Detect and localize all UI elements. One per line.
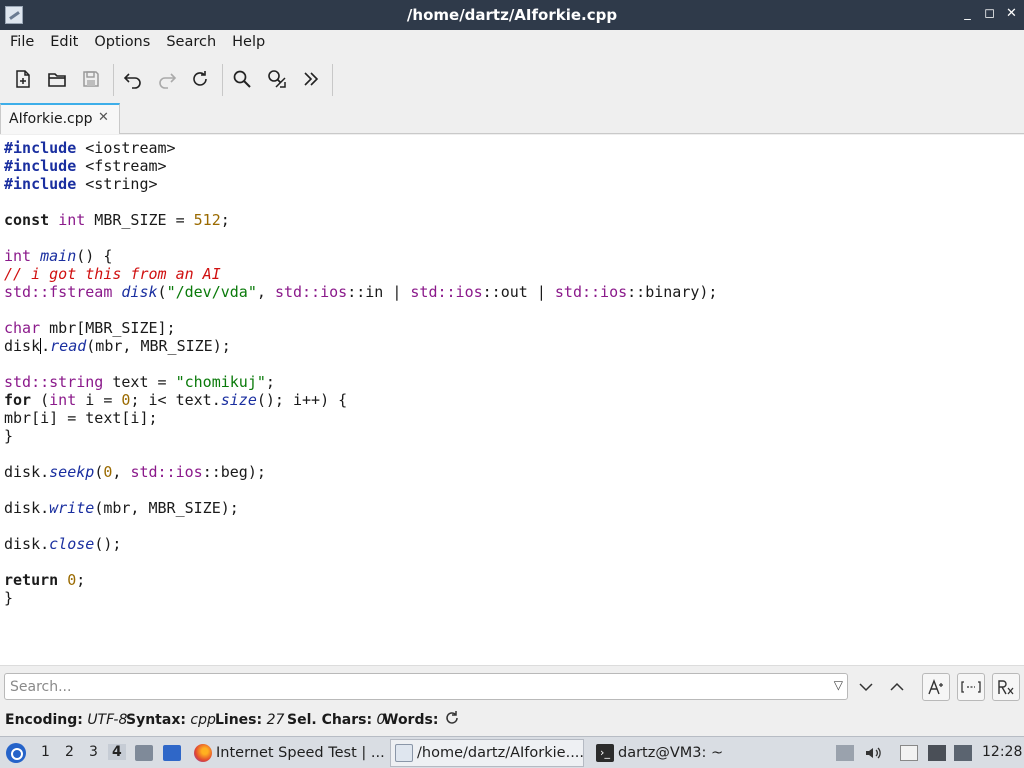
code-line[interactable] [4, 445, 717, 463]
search-field[interactable]: ▽ [4, 673, 848, 700]
editor-icon [395, 744, 413, 762]
toolbar [0, 58, 1024, 102]
code-line[interactable]: disk.close(); [4, 535, 717, 553]
regex-icon[interactable] [992, 673, 1020, 701]
maximize-button[interactable]: ◻ [983, 6, 996, 21]
code-line[interactable]: std::fstream disk("/dev/vda", std::ios::… [4, 283, 717, 301]
start-menu-icon[interactable] [6, 743, 26, 763]
code-line[interactable]: // i got this from an AI [4, 265, 717, 283]
reload-icon[interactable] [187, 66, 213, 92]
app-window: /home/dartz/AIforkie.cpp _ ◻ ✕ File Edit… [0, 0, 1024, 768]
title-bar: /home/dartz/AIforkie.cpp _ ◻ ✕ [0, 0, 1024, 30]
menu-options[interactable]: Options [86, 30, 158, 56]
code-editor[interactable]: #include <iostream> #include <fstream> #in… [0, 135, 1024, 666]
chevron-down-icon[interactable] [852, 673, 880, 701]
code-line[interactable]: } [4, 589, 717, 607]
clipboard-tray-icon[interactable] [836, 745, 854, 761]
code-line[interactable]: disk.read(mbr, MBR_SIZE); [4, 337, 717, 355]
redo-icon[interactable] [154, 66, 180, 92]
task-terminal[interactable]: ›_ dartz@VM3: ~ [592, 739, 782, 767]
text-cursor [40, 338, 42, 354]
menu-help[interactable]: Help [224, 30, 273, 56]
status-encoding: Encoding: UTF-8 [5, 712, 128, 728]
workspace-1[interactable]: 1 [41, 744, 50, 760]
menu-search[interactable]: Search [158, 30, 224, 56]
notes-tray-icon[interactable] [900, 745, 918, 761]
code-line[interactable]: const int MBR_SIZE = 512; [4, 211, 717, 229]
display-tray-icon[interactable] [928, 745, 946, 761]
network-icon[interactable] [954, 745, 972, 761]
toolbar-separator [222, 64, 223, 96]
task-editor[interactable]: /home/dartz/AIforkie.... [390, 739, 584, 767]
volume-icon[interactable] [864, 745, 882, 761]
task-firefox[interactable]: Internet Speed Test | ... [190, 739, 384, 767]
clock: 12:28 [982, 744, 1023, 760]
code-line[interactable]: } [4, 427, 717, 445]
chevron-up-icon[interactable] [883, 673, 911, 701]
code-line[interactable] [4, 553, 717, 571]
status-words: Words: [383, 712, 439, 728]
status-syntax: Syntax: cpp [126, 712, 216, 728]
workspace-2[interactable]: 2 [65, 744, 74, 760]
find-icon[interactable] [229, 66, 255, 92]
code-line[interactable] [4, 229, 717, 247]
code-line[interactable]: #include <iostream> [4, 139, 717, 157]
show-desktop-icon[interactable] [163, 745, 181, 761]
code-text[interactable]: #include <iostream> #include <fstream> #in… [4, 139, 717, 607]
workspace-3[interactable]: 3 [89, 744, 98, 760]
workspace-4[interactable]: 4 [108, 744, 126, 760]
code-line[interactable] [4, 355, 717, 373]
save-icon[interactable] [78, 66, 104, 92]
undo-icon[interactable] [120, 66, 146, 92]
status-bar: Encoding: UTF-8 Syntax: cpp Lines: 27 Se… [0, 706, 1024, 734]
code-line[interactable]: char mbr[MBR_SIZE]; [4, 319, 717, 337]
menu-bar: File Edit Options Search Help [0, 30, 1024, 56]
status-selected-chars: Sel. Chars: 0 [287, 712, 386, 728]
menu-file[interactable]: File [2, 30, 42, 56]
code-line[interactable]: for (int i = 0; i< text.size(); i++) { [4, 391, 717, 409]
minimize-button[interactable]: _ [961, 6, 974, 21]
open-folder-icon[interactable] [44, 66, 70, 92]
code-line[interactable]: disk.seekp(0, std::ios::beg); [4, 463, 717, 481]
toolbar-separator [332, 64, 333, 96]
code-line[interactable]: mbr[i] = text[i]; [4, 409, 717, 427]
code-line[interactable]: #include <fstream> [4, 157, 717, 175]
file-manager-icon[interactable] [135, 745, 153, 761]
tab-bar: AIforkie.cpp ✕ [0, 103, 1024, 134]
replace-icon[interactable] [264, 66, 290, 92]
search-bar: ▽ [0, 670, 1024, 704]
search-history-dropdown-icon[interactable]: ▽ [834, 678, 843, 692]
tab-aiforkie-cpp[interactable]: AIforkie.cpp ✕ [0, 103, 120, 134]
window-controls: _ ◻ ✕ [961, 6, 1018, 21]
code-line[interactable] [4, 517, 717, 535]
refresh-words-icon[interactable] [444, 710, 460, 730]
firefox-icon [194, 744, 212, 762]
toolbar-separator [113, 64, 114, 96]
code-line[interactable]: #include <string> [4, 175, 717, 193]
tab-label: AIforkie.cpp [9, 111, 93, 127]
close-button[interactable]: ✕ [1005, 6, 1018, 21]
whole-word-icon[interactable] [957, 673, 985, 701]
window-title: /home/dartz/AIforkie.cpp [406, 6, 618, 24]
new-file-icon[interactable] [10, 66, 36, 92]
menu-edit[interactable]: Edit [42, 30, 86, 56]
tab-close-icon[interactable]: ✕ [98, 110, 109, 125]
taskbar: 1 2 3 4 Internet Speed Test | ... /home/… [0, 736, 1024, 768]
code-line[interactable]: int main() { [4, 247, 717, 265]
code-line[interactable] [4, 481, 717, 499]
more-icon[interactable] [298, 66, 324, 92]
case-sensitive-icon[interactable] [922, 673, 950, 701]
terminal-icon: ›_ [596, 744, 614, 762]
code-line[interactable] [4, 193, 717, 211]
code-line[interactable] [4, 301, 717, 319]
status-lines: Lines: 27 [215, 712, 285, 728]
code-line[interactable]: std::string text = "chomikuj"; [4, 373, 717, 391]
code-line[interactable]: disk.write(mbr, MBR_SIZE); [4, 499, 717, 517]
code-line[interactable]: return 0; [4, 571, 717, 589]
search-input[interactable] [10, 677, 810, 697]
